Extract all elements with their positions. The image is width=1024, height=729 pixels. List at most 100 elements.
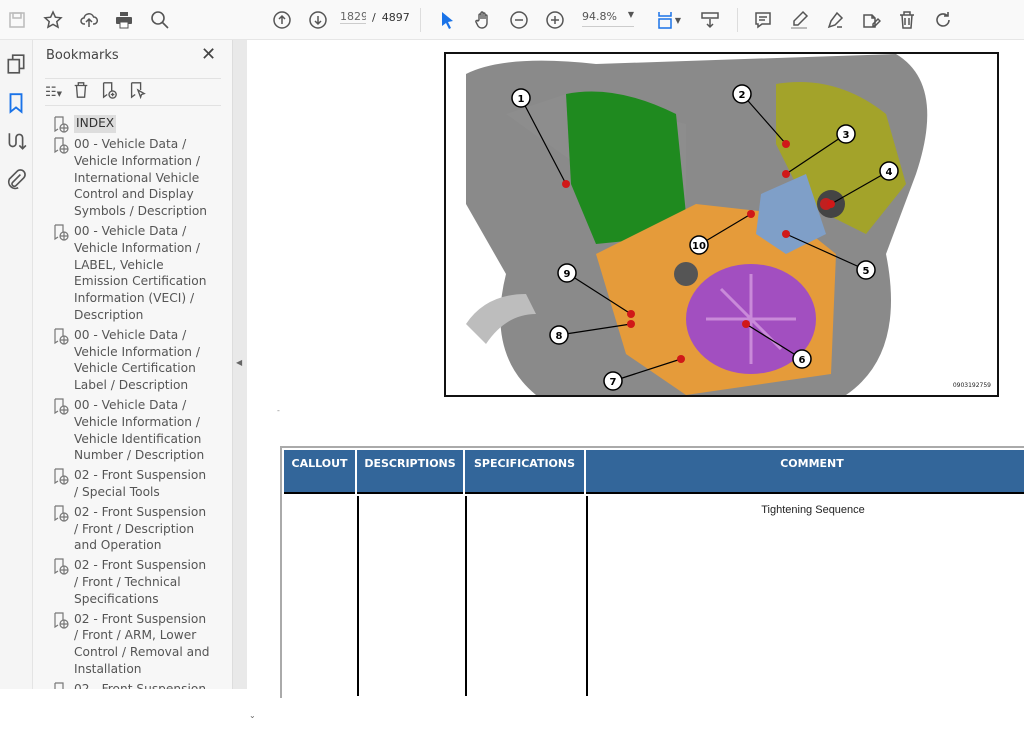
separator-mark: - — [277, 406, 280, 415]
toolbar-divider — [737, 8, 738, 32]
callout-number: 4 — [886, 167, 893, 178]
previous-page-icon[interactable] — [270, 8, 294, 32]
callout-number: 9 — [564, 269, 571, 280]
bookmark-item[interactable]: 02 - Front Suspension / Front / Technica… — [53, 557, 213, 607]
chevron-down-icon: ▼ — [627, 10, 634, 19]
fill-sign-icon[interactable] — [859, 8, 883, 32]
cell-callout — [284, 496, 355, 696]
bookmark-item[interactable]: 02 - Front Suspension / Special Tools — [53, 467, 213, 501]
table-row: Tightening Sequence — [284, 496, 1024, 696]
header-callout: CALLOUT — [284, 450, 355, 494]
zoom-level-value: 94.8% — [582, 10, 617, 23]
bolt-marker — [827, 200, 835, 208]
bookmark-web-icon — [53, 398, 70, 415]
callout-number: 5 — [863, 266, 870, 277]
rotate-icon[interactable] — [931, 8, 955, 32]
bookmark-web-icon — [53, 224, 70, 241]
zoom-out-icon[interactable] — [507, 8, 531, 32]
bookmark-tools: ☷▼ — [45, 78, 221, 106]
collapse-panel-icon[interactable]: ◀ — [236, 358, 242, 367]
bookmark-web-icon — [53, 558, 70, 575]
select-cursor-icon[interactable] — [435, 8, 459, 32]
bolt-marker — [782, 170, 790, 178]
bookmark-item[interactable]: 00 - Vehicle Data / Vehicle Information … — [53, 223, 213, 324]
cell-comment: Tightening Sequence — [586, 496, 1024, 696]
scroll-mode-icon[interactable] — [698, 8, 722, 32]
bookmarks-icon[interactable] — [5, 92, 27, 114]
page-separator: / — [372, 10, 376, 24]
bookmark-label: 02 - Front Suspension / Special Tools — [74, 468, 207, 499]
bookmark-web-icon — [53, 137, 70, 154]
bookmark-web-icon — [53, 682, 70, 689]
scroll-down-icon[interactable]: ⌄ — [249, 711, 256, 720]
bolt-marker — [742, 320, 750, 328]
bookmarks-panel: Bookmarks ✕ ☷▼ INDEX 00 - Vehicle Data / … — [33, 40, 258, 720]
header-descriptions: DESCRIPTIONS — [357, 450, 463, 494]
zoom-in-icon[interactable] — [543, 8, 567, 32]
bolt-marker — [627, 320, 635, 328]
bookmark-label: 00 - Vehicle Data / Vehicle Information … — [74, 137, 208, 219]
bookmark-web-icon — [53, 328, 70, 345]
print-icon[interactable] — [112, 8, 136, 32]
new-bookmark-icon[interactable] — [100, 81, 118, 103]
callout-number: 8 — [556, 331, 563, 342]
bookmark-label: INDEX — [74, 115, 117, 133]
callout-number: 2 — [739, 90, 746, 101]
header-comment: COMMENT — [586, 450, 1024, 494]
bookmark-item[interactable]: INDEX — [53, 115, 213, 133]
bookmark-from-selection-icon[interactable] — [128, 81, 146, 103]
bolt-marker — [627, 310, 635, 318]
bookmark-star-icon[interactable] — [41, 8, 65, 32]
bookmark-item[interactable]: 00 - Vehicle Data / Vehicle Information … — [53, 397, 213, 464]
bookmark-label: 00 - Vehicle Data / Vehicle Information … — [74, 327, 200, 393]
bookmark-item[interactable]: 02 - Front Suspension / Front / Descript… — [53, 504, 213, 554]
bolt-marker — [562, 180, 570, 188]
figure-id: 0903192759 — [952, 382, 991, 389]
header-specifications: SPECIFICATIONS — [465, 450, 584, 494]
upload-cloud-icon[interactable] — [77, 8, 101, 32]
bookmark-web-icon — [53, 116, 70, 133]
save-icon[interactable] — [5, 8, 29, 32]
panel-title: Bookmarks — [46, 48, 119, 63]
bookmark-label: 02 - Front Suspension / Front / ARM, Upp… — [74, 681, 207, 689]
document-page: 1 2 3 4 5 6 7 8 9 10 0903192759 - CALLOUT DESCRIP… — [247, 40, 1024, 698]
paperclip-icon[interactable] — [5, 168, 27, 190]
page-navigator: 1829 / 4897 — [340, 10, 410, 24]
page-total: 4897 — [381, 10, 410, 24]
bookmark-label: 02 - Front Suspension / Front / Descript… — [74, 504, 207, 553]
bookmark-web-icon — [53, 611, 70, 629]
zoom-level-dropdown[interactable]: 94.8% ▼ — [582, 10, 634, 27]
cell-description — [357, 496, 463, 696]
page-thumbnails-icon[interactable] — [5, 53, 27, 75]
next-page-icon[interactable] — [306, 8, 330, 32]
find-icon[interactable] — [148, 8, 172, 32]
bookmark-web-icon — [53, 505, 70, 522]
page-number-input[interactable]: 1829 — [340, 10, 366, 24]
bookmark-item[interactable]: 02 - Front Suspension / Front / ARM, Low… — [53, 611, 213, 678]
callout-number: 10 — [692, 241, 706, 252]
delete-icon[interactable] — [895, 8, 919, 32]
callout-number: 7 — [610, 377, 617, 388]
sign-icon[interactable] — [823, 8, 847, 32]
bookmark-item[interactable]: 02 - Front Suspension / Front / ARM, Upp… — [53, 681, 213, 689]
toolbar: 1829 / 4897 94.8% ▼ ▼ — [0, 0, 1024, 40]
hand-icon[interactable] — [471, 8, 495, 32]
attachments-link-icon[interactable] — [5, 130, 27, 152]
delete-bookmark-icon[interactable] — [72, 81, 90, 103]
bookmark-label: 02 - Front Suspension / Front / ARM, Low… — [74, 611, 210, 676]
engine-diagram: 1 2 3 4 5 6 7 8 9 10 0903192759 — [444, 52, 999, 397]
highlight-icon[interactable] — [787, 8, 811, 32]
close-panel-button[interactable]: ✕ — [201, 44, 216, 65]
comment-icon[interactable] — [751, 8, 775, 32]
bookmark-item[interactable]: 00 - Vehicle Data / Vehicle Information … — [53, 327, 213, 394]
bookmark-label: 00 - Vehicle Data / Vehicle Information … — [74, 223, 207, 322]
panel-splitter[interactable]: ◀ — [232, 40, 247, 689]
toolbar-divider — [420, 8, 421, 32]
page-fit-icon[interactable]: ▼ — [652, 8, 684, 32]
left-nav-rail — [0, 40, 33, 689]
bookmark-item[interactable]: 00 - Vehicle Data / Vehicle Information … — [53, 136, 213, 220]
callout-number: 3 — [843, 130, 850, 141]
options-menu-icon[interactable]: ☷▼ — [45, 85, 62, 100]
bolt-marker — [677, 355, 685, 363]
bookmark-list: INDEX 00 - Vehicle Data / Vehicle Informa… — [53, 115, 213, 689]
